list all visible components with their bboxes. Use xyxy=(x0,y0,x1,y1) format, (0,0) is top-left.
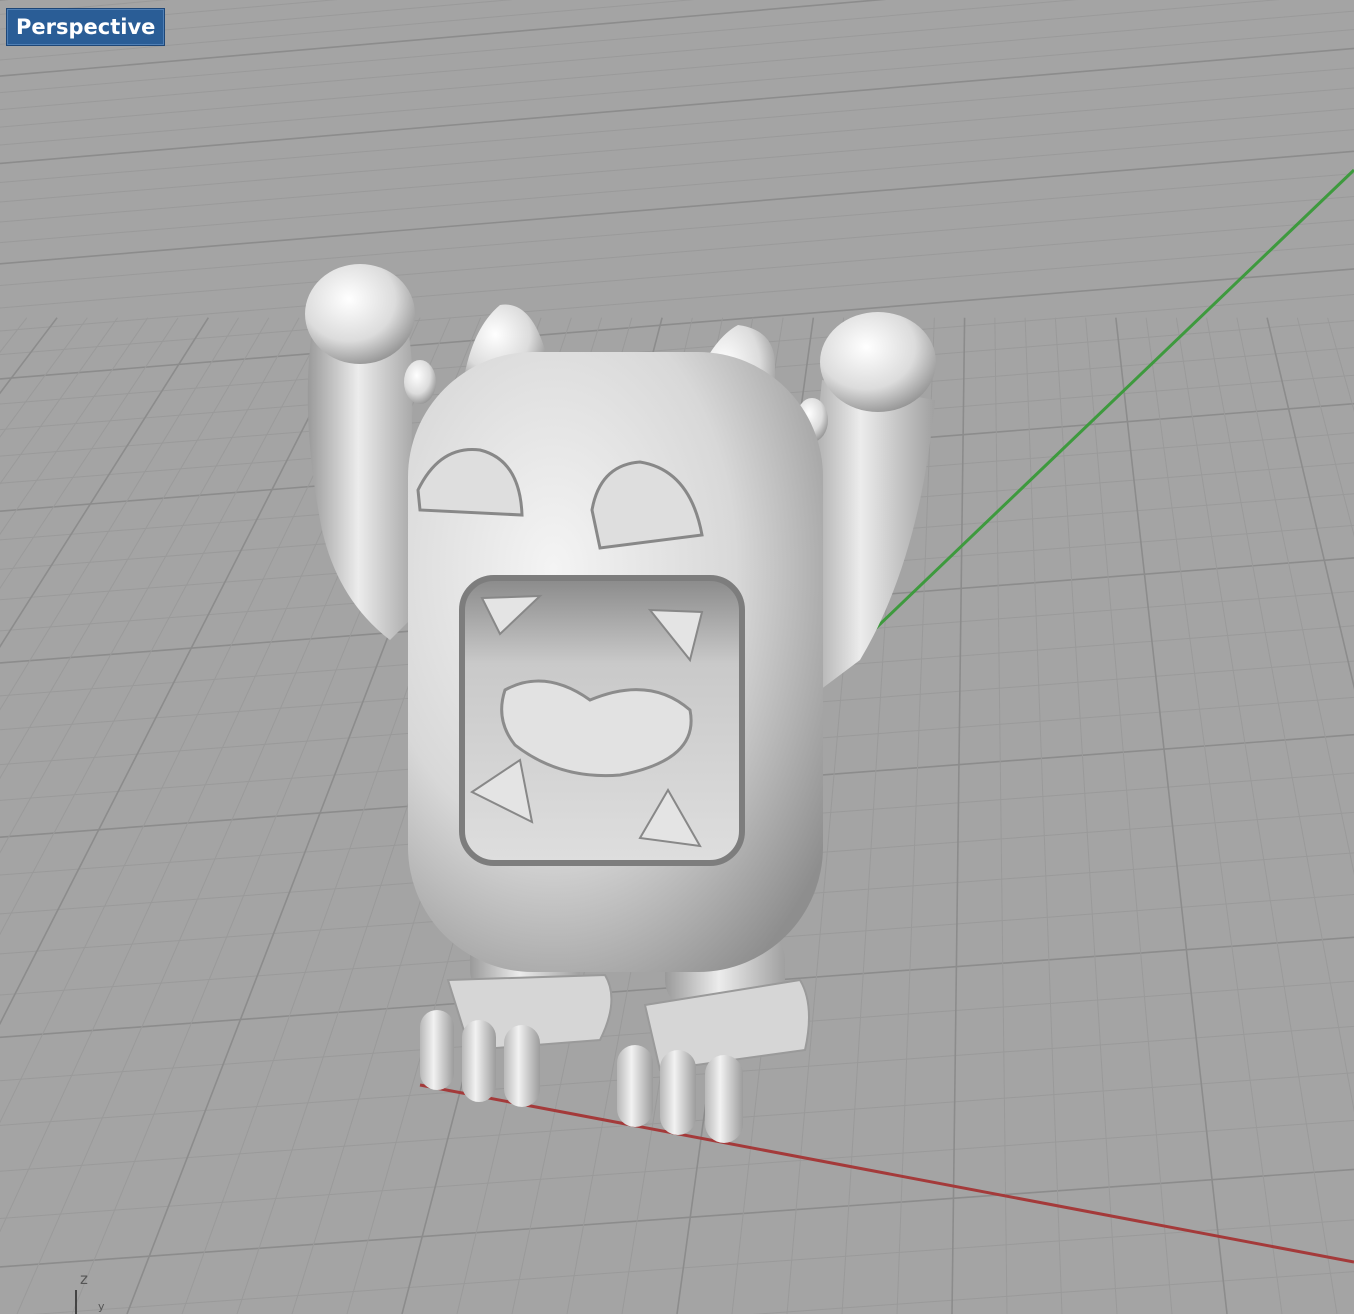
left-hand xyxy=(305,264,415,364)
grid-line xyxy=(1206,317,1354,1113)
left-arm xyxy=(307,330,420,640)
grid-line xyxy=(0,317,119,485)
grid-line xyxy=(994,317,1008,1314)
grid-line xyxy=(0,317,300,854)
grid-line xyxy=(0,150,1354,265)
grid-line xyxy=(0,10,1354,128)
grid-line xyxy=(0,87,1354,203)
x-axis-line xyxy=(419,1083,1354,1264)
perspective-viewport[interactable]: Perspective z y xyxy=(0,0,1354,1314)
gizmo-y-label: y xyxy=(98,1300,105,1313)
grid-line xyxy=(0,317,28,353)
right-hand xyxy=(820,312,936,412)
grid-line xyxy=(1115,317,1228,1314)
grid-line xyxy=(0,317,361,1026)
grid-line xyxy=(751,1271,1354,1314)
grid-line xyxy=(951,317,966,1314)
viewport-title-tab[interactable]: Perspective xyxy=(6,8,166,46)
grid-line xyxy=(1145,317,1283,1314)
left-thumb xyxy=(404,360,436,404)
grid-line xyxy=(0,0,1280,111)
grid-line xyxy=(32,1219,1354,1314)
grid-line xyxy=(1054,317,1118,1314)
grid-line xyxy=(0,317,149,535)
grid-line xyxy=(0,173,1354,287)
grid-line xyxy=(0,317,270,780)
grid-line xyxy=(0,317,58,395)
right-toes xyxy=(617,1045,743,1143)
grid-line xyxy=(1327,317,1354,413)
grid-line xyxy=(0,1168,1354,1268)
grid-line xyxy=(0,219,1354,332)
grid-line xyxy=(0,0,169,15)
grid-line xyxy=(1085,317,1173,1314)
grid-line xyxy=(0,317,88,438)
grid-line xyxy=(0,29,1354,146)
grid-line xyxy=(0,0,514,45)
monster-model[interactable] xyxy=(305,264,936,1143)
grid-line xyxy=(0,0,1078,94)
viewport-scene[interactable] xyxy=(0,0,1354,1314)
grid-line xyxy=(0,195,1354,309)
gizmo-z-label: z xyxy=(80,1270,88,1288)
grid-line xyxy=(0,0,338,30)
grid-line xyxy=(0,243,1354,356)
